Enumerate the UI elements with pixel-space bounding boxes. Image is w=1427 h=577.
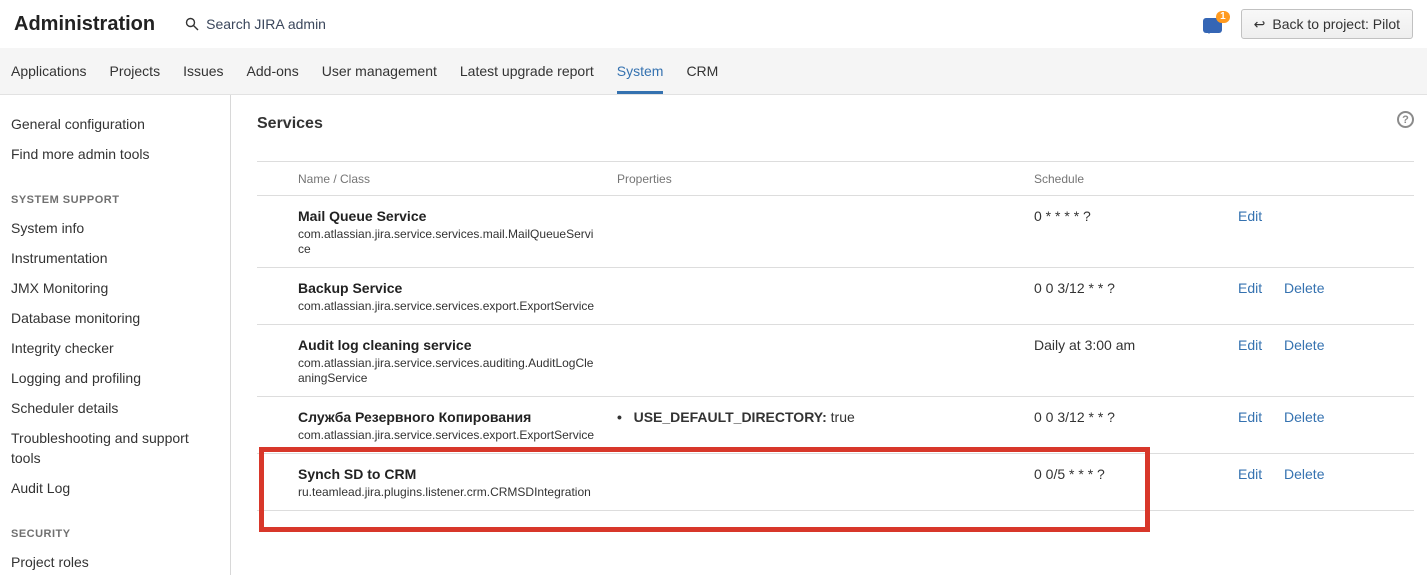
app-title: Administration [14,13,155,36]
table-row-mail-queue-service: Mail Queue Service com.atlassian.jira.se… [257,196,1414,268]
tab-projects[interactable]: Projects [110,48,161,94]
sidebar-item-project-roles[interactable]: Project roles [11,547,218,577]
sidebar-item-audit-log[interactable]: Audit Log [11,473,218,503]
sidebar-item-integrity-checker[interactable]: Integrity checker [11,333,218,363]
tab-issues[interactable]: Issues [183,48,223,94]
delete-link[interactable]: Delete [1284,409,1324,425]
service-class: ru.teamlead.jira.plugins.listener.crm.CR… [298,485,597,500]
schedule-cell: 0 0 3/12 * * ? [1024,397,1228,454]
properties-cell [607,454,1024,511]
admin-search [185,16,1203,32]
tab-crm[interactable]: CRM [686,48,718,94]
search-input[interactable] [206,16,446,32]
schedule-cell: 0 0 3/12 * * ? [1024,268,1228,325]
sidebar-item-jmx-monitoring[interactable]: JMX Monitoring [11,273,218,303]
content-header: Services ? [257,115,1414,133]
admin-sidebar: General configuration Find more admin to… [0,95,231,575]
search-icon [185,17,199,31]
sidebar-item-logging-and-profiling[interactable]: Logging and profiling [11,363,218,393]
sidebar-item-find-more-admin-tools[interactable]: Find more admin tools [11,139,218,169]
edit-link[interactable]: Edit [1238,409,1262,425]
schedule-cell: Daily at 3:00 am [1024,325,1228,397]
page-body: General configuration Find more admin to… [0,95,1427,575]
services-table: Name / Class Properties Schedule Mail Qu… [257,161,1414,511]
column-header-schedule: Schedule [1024,162,1228,196]
table-row-audit-log-cleaning-service: Audit log cleaning service com.atlassian… [257,325,1414,397]
edit-link[interactable]: Edit [1238,280,1262,296]
service-class: com.atlassian.jira.service.services.mail… [298,227,597,257]
properties-cell [607,268,1024,325]
back-arrow-icon: ↩ [1254,17,1266,31]
edit-link[interactable]: Edit [1238,337,1262,353]
tab-latest-upgrade-report[interactable]: Latest upgrade report [460,48,594,94]
back-button-label: Back to project: Pilot [1272,16,1400,32]
sidebar-item-instrumentation[interactable]: Instrumentation [11,243,218,273]
tab-add-ons[interactable]: Add-ons [247,48,299,94]
property-item: USE_DEFAULT_DIRECTORY: true [617,409,1014,425]
table-row-synch-sd-to-crm: Synch SD to CRM ru.teamlead.jira.plugins… [257,454,1414,511]
service-name: Synch SD to CRM [298,466,597,482]
service-name: Backup Service [298,280,597,296]
schedule-cell: 0 * * * * ? [1024,196,1228,268]
sidebar-item-general-configuration[interactable]: General configuration [11,109,218,139]
service-class: com.atlassian.jira.service.services.audi… [298,356,597,386]
page-title: Services [257,115,323,133]
top-header-bar: Administration 1 ↩ Back to project: Pilo… [0,0,1427,48]
edit-link[interactable]: Edit [1238,466,1262,482]
properties-cell: USE_DEFAULT_DIRECTORY: true [607,397,1024,454]
service-name: Служба Резервного Копирования [298,409,597,425]
service-class: com.atlassian.jira.service.services.expo… [298,299,597,314]
back-to-project-button[interactable]: ↩ Back to project: Pilot [1241,9,1413,39]
delete-link[interactable]: Delete [1284,280,1324,296]
properties-cell [607,325,1024,397]
column-header-properties: Properties [607,162,1024,196]
tab-user-management[interactable]: User management [322,48,437,94]
property-value: true [831,409,855,425]
schedule-cell: 0 0/5 * * * ? [1024,454,1228,511]
tab-system[interactable]: System [617,48,664,94]
properties-cell [607,196,1024,268]
sidebar-item-database-monitoring[interactable]: Database monitoring [11,303,218,333]
sidebar-item-system-info[interactable]: System info [11,213,218,243]
delete-link[interactable]: Delete [1284,466,1324,482]
column-header-name-class: Name / Class [257,162,607,196]
notification-icon[interactable]: 1 [1203,14,1225,34]
sidebar-item-scheduler-details[interactable]: Scheduler details [11,393,218,423]
notification-badge: 1 [1216,11,1230,23]
service-name: Audit log cleaning service [298,337,597,353]
tab-applications[interactable]: Applications [11,48,87,94]
header-right-cluster: 1 ↩ Back to project: Pilot [1203,9,1413,39]
delete-link[interactable]: Delete [1284,337,1324,353]
property-key: USE_DEFAULT_DIRECTORY: [634,409,827,425]
main-content: Services ? Name / Class Properties Sched… [231,95,1427,575]
table-row-backup-service: Backup Service com.atlassian.jira.servic… [257,268,1414,325]
table-header-row: Name / Class Properties Schedule [257,162,1414,196]
admin-nav-tabs: Applications Projects Issues Add-ons Use… [0,48,1427,95]
service-class: com.atlassian.jira.service.services.expo… [298,428,597,443]
sidebar-section-system-support: SYSTEM SUPPORT [11,194,218,206]
help-icon[interactable]: ? [1397,111,1414,128]
edit-link[interactable]: Edit [1238,208,1262,224]
table-row-backup-service-ru: Служба Резервного Копирования com.atlass… [257,397,1414,454]
service-name: Mail Queue Service [298,208,597,224]
sidebar-section-security: SECURITY [11,528,218,540]
column-header-actions [1228,162,1414,196]
sidebar-item-troubleshooting-and-support-tools[interactable]: Troubleshooting and support tools [11,423,218,473]
